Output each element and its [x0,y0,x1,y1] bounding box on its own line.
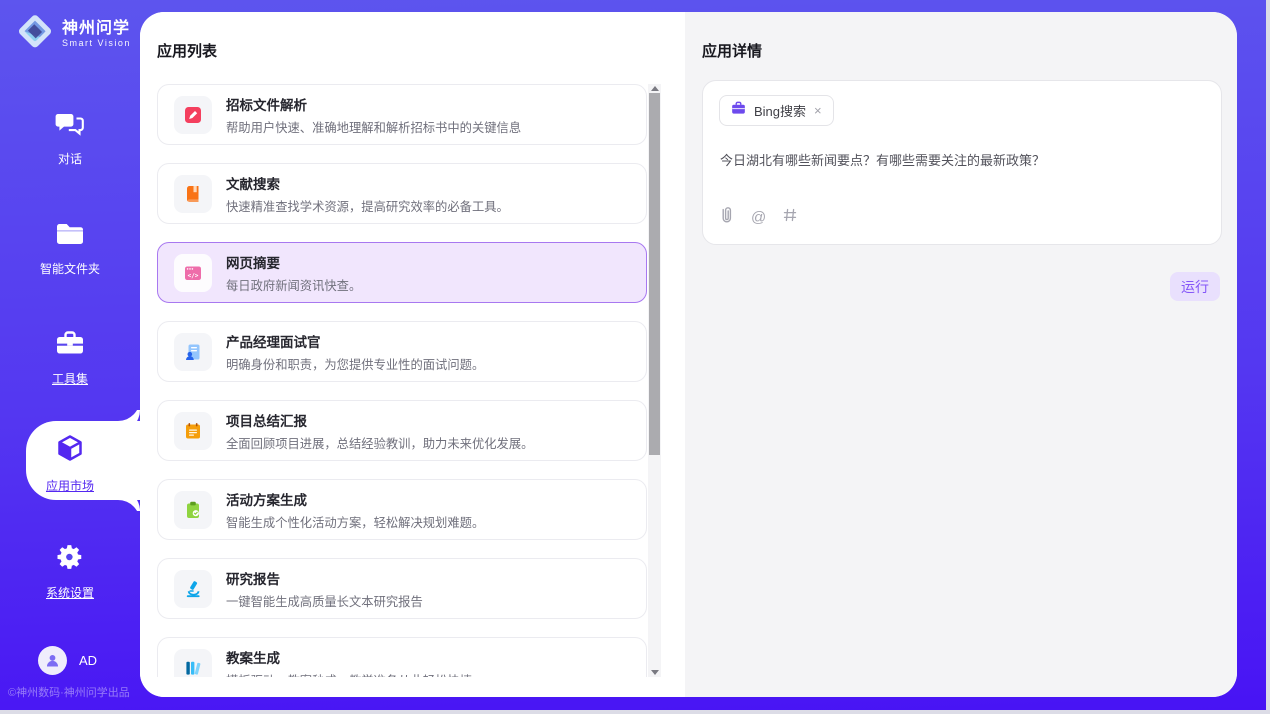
microscope-icon [174,570,212,608]
app-card-project-summary[interactable]: 项目总结汇报 全面回顾项目进展，总结经验教训，助力未来优化发展。 [157,400,647,461]
app-card-title: 文献搜索 [226,173,509,193]
sidebar: 神州问学 Smart Vision 对话 智能文件夹 [0,0,140,710]
prompt-card: Bing搜索 × 今日湖北有哪些新闻要点？有哪些需要关注的最新政策？ @ [702,80,1222,245]
app-detail-title: 应用详情 [702,40,762,61]
user-initials: AD [79,653,97,668]
app-detail-panel: 应用详情 Bing搜索 × 今日湖北有哪些新闻要点？有哪些需要关注的最新政策？ [685,12,1237,697]
svg-text:</>: </> [188,272,199,279]
sidebar-item-toolset[interactable]: 工具集 [0,328,140,387]
books-icon [174,649,212,678]
chat-icon [54,108,86,143]
close-icon[interactable]: × [814,104,822,117]
copyright-text: ©神州数码·神州问学出品 [8,684,140,700]
briefcase-icon [731,101,746,120]
bid-document-icon [174,96,212,134]
list-scrollbar[interactable] [648,84,661,677]
sidebar-item-label: 系统设置 [46,584,94,601]
folder-icon [54,220,86,253]
app-card-desc: 智能生成个性化活动方案，轻松解决规划难题。 [226,513,484,531]
app-card-desc: 明确身份和职责，为您提供专业性的面试问题。 [226,355,484,373]
app-card-title: 招标文件解析 [226,94,521,114]
app-card-title: 教案生成 [226,647,472,667]
avatar [38,646,67,675]
app-card-desc: 帮助用户快速、准确地理解和解析招标书中的关键信息 [226,118,521,136]
app-card-desc: 每日政府新闻资讯快查。 [226,276,361,294]
scroll-down-icon[interactable] [648,668,661,677]
user-account[interactable]: AD [38,646,97,675]
mention-icon[interactable]: @ [751,209,766,226]
sidebar-item-label: 应用市场 [46,477,94,494]
notepad-icon [174,412,212,450]
app-card-desc: 模板驱动，教案秒成，教学准备从此轻松快捷 [226,671,472,678]
brand-subtitle: Smart Vision [62,39,131,49]
tool-tag-label: Bing搜索 [754,101,806,120]
app-list-panel: 应用列表 招标文件解析 帮助用户快速、准确地理解和解析招标书中的关键信息 [140,12,685,697]
app-card-lesson-plan[interactable]: 教案生成 模板驱动，教案秒成，教学准备从此轻松快捷 [157,637,647,677]
app-card-title: 项目总结汇报 [226,410,533,430]
tool-tag-bing-search[interactable]: Bing搜索 × [719,95,834,126]
toolbox-icon [54,328,86,363]
app-card-research-report[interactable]: 研究报告 一键智能生成高质量长文本研究报告 [157,558,647,619]
brand-logo: 神州问学 Smart Vision [16,12,131,57]
app-card-title: 网页摘要 [226,252,361,272]
prompt-input[interactable]: 今日湖北有哪些新闻要点？有哪些需要关注的最新政策？ [720,151,1201,171]
sidebar-item-smart-folder[interactable]: 智能文件夹 [0,220,140,277]
attachment-icon[interactable] [720,206,734,229]
sidebar-item-label: 工具集 [52,370,88,387]
app-card-web-summary[interactable]: </> 网页摘要 每日政府新闻资讯快查。 [157,242,647,303]
app-list-title: 应用列表 [157,40,217,61]
app-card-title: 活动方案生成 [226,489,484,509]
hash-icon[interactable] [783,208,797,227]
clipboard-check-icon [174,491,212,529]
cube-icon [54,433,86,470]
sidebar-item-label: 智能文件夹 [40,260,100,277]
app-card-event-plan[interactable]: 活动方案生成 智能生成个性化活动方案，轻松解决规划难题。 [157,479,647,540]
main-content: 应用列表 招标文件解析 帮助用户快速、准确地理解和解析招标书中的关键信息 [140,12,1237,697]
app-frame: 神州问学 Smart Vision 对话 智能文件夹 [0,0,1266,710]
prompt-toolbar: @ [720,206,797,229]
interviewer-icon [174,333,212,371]
app-card-pm-interviewer[interactable]: 产品经理面试官 明确身份和职责，为您提供专业性的面试问题。 [157,321,647,382]
app-card-title: 研究报告 [226,568,423,588]
app-card-title: 产品经理面试官 [226,331,484,351]
app-card-desc: 全面回顾项目进展，总结经验教训，助力未来优化发展。 [226,434,533,452]
app-card-list: 招标文件解析 帮助用户快速、准确地理解和解析招标书中的关键信息 文献搜索 [157,84,647,677]
sidebar-item-settings[interactable]: 系统设置 [0,542,140,601]
scroll-up-icon[interactable] [648,84,661,93]
scrollbar-thumb[interactable] [649,93,660,455]
gear-icon [55,542,85,577]
app-card-bid-parse[interactable]: 招标文件解析 帮助用户快速、准确地理解和解析招标书中的关键信息 [157,84,647,145]
sidebar-item-app-market[interactable]: 应用市场 [0,433,140,494]
app-card-literature-search[interactable]: 文献搜索 快速精准查找学术资源，提高研究效率的必备工具。 [157,163,647,224]
run-button[interactable]: 运行 [1170,272,1220,301]
brand-name: 神州问学 [62,20,131,38]
sidebar-item-label: 对话 [58,150,82,167]
app-card-desc: 快速精准查找学术资源，提高研究效率的必备工具。 [226,197,509,215]
diamond-logo-icon [16,12,54,57]
literature-book-icon [174,175,212,213]
app-card-desc: 一键智能生成高质量长文本研究报告 [226,592,423,610]
sidebar-item-chat[interactable]: 对话 [0,108,140,167]
webpage-code-icon: </> [174,254,212,292]
